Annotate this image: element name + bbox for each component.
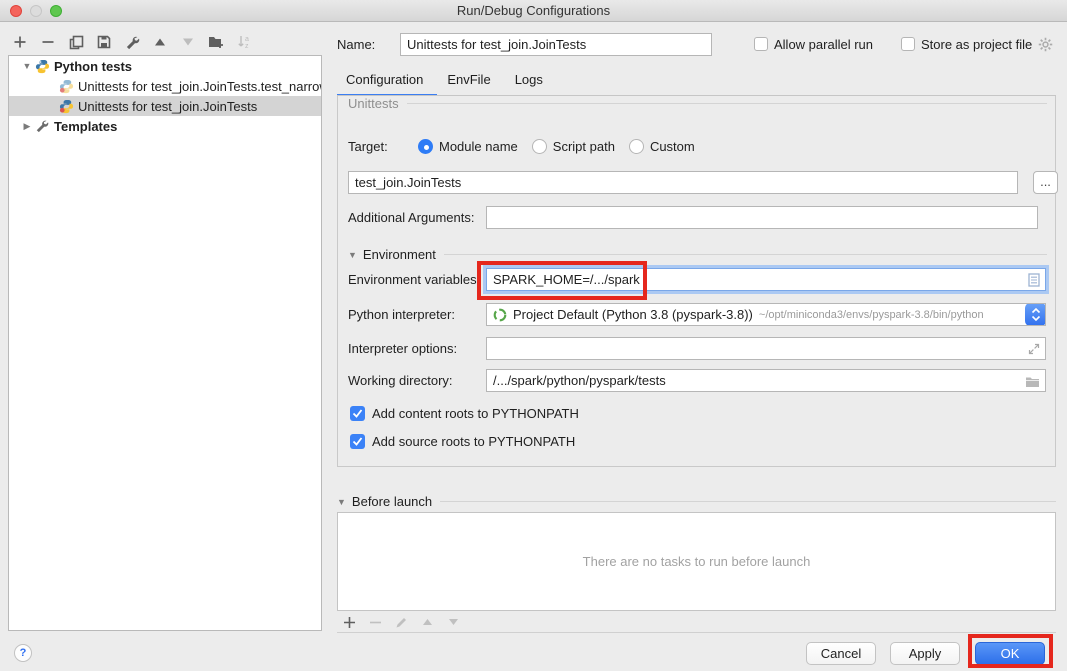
cancel-button[interactable]: Cancel [806,642,876,665]
edit-templates-icon[interactable] [124,34,140,50]
interpreter-path: ~/opt/miniconda3/envs/pyspark-3.8/bin/py… [759,309,984,321]
collapse-arrow-icon[interactable]: ▼ [337,497,346,507]
save-configuration-icon[interactable] [96,34,112,50]
svg-text:z: z [245,43,249,49]
checkbox-icon[interactable] [754,37,768,51]
close-window-button[interactable] [10,5,22,17]
configurations-tree: ▼ Python tests Unittests for test_join.J… [8,55,322,631]
before-launch-empty-message: There are no tasks to run before launch [583,554,811,569]
interpreter-options-row: Interpreter options: [348,337,1046,360]
add-source-roots-checkbox[interactable]: Add source roots to PYTHONPATH [350,434,575,449]
tree-item-label: Unittests for test_join.JoinTests.test_n… [78,79,321,94]
tab-envfile[interactable]: EnvFile [437,66,504,96]
python-interpreter-label: Python interpreter: [348,307,486,322]
tree-item-test-narrow[interactable]: Unittests for test_join.JoinTests.test_n… [9,76,321,96]
allow-parallel-run-checkbox[interactable]: Allow parallel run [754,37,873,52]
add-configuration-icon[interactable] [12,34,28,50]
panel-bottom-divider [337,632,1056,633]
radio-custom[interactable]: Custom [629,139,695,154]
gear-icon[interactable] [1038,37,1053,52]
configurations-toolbar: az [12,32,252,52]
python-test-icon [59,79,74,94]
expand-arrow-icon[interactable]: ▶ [19,121,35,132]
configuration-panel: Unittests Target: Module name Script pat… [337,96,1056,467]
copy-configuration-icon[interactable] [68,34,84,50]
svg-text:a: a [245,36,249,43]
environment-section-header[interactable]: ▼ Environment [348,247,1047,262]
folder-icon[interactable] [1025,376,1040,391]
module-name-input[interactable]: test_join.JoinTests [348,171,1018,194]
new-folder-icon[interactable] [208,34,224,50]
remove-task-icon [367,614,383,630]
move-task-down-icon [445,614,461,630]
sort-alphabetically-icon: az [236,34,252,50]
python-interpreter-select[interactable]: Project Default (Python 3.8 (pyspark-3.8… [486,303,1046,326]
expand-field-icon[interactable] [1028,343,1040,358]
before-launch-section-header[interactable]: ▼ Before launch [337,494,1056,509]
name-input[interactable]: Unittests for test_join.JoinTests [400,33,712,56]
edit-variables-icon[interactable] [1028,273,1040,290]
unittests-section-header: Unittests [348,96,1047,111]
environment-variables-input[interactable]: SPARK_HOME=/.../spark [486,268,1046,291]
additional-arguments-input[interactable] [486,206,1038,229]
module-name-row: test_join.JoinTests ... [348,171,1018,194]
python-tests-icon [35,59,50,74]
before-launch-toolbar [341,612,461,632]
interpreter-options-label: Interpreter options: [348,341,486,356]
browse-module-button[interactable]: ... [1033,171,1058,194]
checked-checkbox-icon[interactable] [350,406,365,421]
tree-item-templates[interactable]: ▶ Templates [9,116,321,136]
templates-wrench-icon [35,119,50,134]
move-task-up-icon [419,614,435,630]
add-task-icon[interactable] [341,614,357,630]
tree-item-label: Templates [54,119,117,134]
additional-arguments-row: Additional Arguments: [348,206,1038,229]
title-bar: Run/Debug Configurations [0,0,1067,22]
configuration-tabs: Configuration EnvFile Logs [337,66,557,96]
move-down-icon [180,34,196,50]
python-interpreter-row: Python interpreter: Project Default (Pyt… [348,303,1046,326]
chevron-up-down-icon[interactable] [1025,303,1046,326]
checked-checkbox-icon[interactable] [350,434,365,449]
radio-module-name[interactable]: Module name [418,139,518,154]
apply-button[interactable]: Apply [890,642,960,665]
radio-icon[interactable] [532,139,547,154]
target-label: Target: [348,139,418,154]
move-up-icon[interactable] [152,34,168,50]
collapse-arrow-icon[interactable]: ▼ [348,250,357,260]
interpreter-options-input[interactable] [486,337,1046,360]
checkbox-icon[interactable] [901,37,915,51]
working-directory-input[interactable]: /.../spark/python/pyspark/tests [486,369,1046,392]
store-as-project-file-checkbox[interactable]: Store as project file [901,37,1032,52]
target-row: Target: Module name Script path Custom [348,139,709,154]
tab-configuration[interactable]: Configuration [337,66,437,96]
collapse-arrow-icon[interactable]: ▼ [19,61,35,71]
add-content-roots-checkbox[interactable]: Add content roots to PYTHONPATH [350,406,579,421]
environment-variables-row: Environment variables: SPARK_HOME=/.../s… [348,268,1046,291]
zoom-window-button[interactable] [50,5,62,17]
tree-item-label: Python tests [54,59,132,74]
tab-logs[interactable]: Logs [505,66,557,96]
radio-icon[interactable] [629,139,644,154]
help-button[interactable]: ? [14,644,32,662]
tree-item-python-tests[interactable]: ▼ Python tests [9,56,321,76]
python-test-icon [59,99,74,114]
additional-arguments-label: Additional Arguments: [348,210,486,225]
minimize-window-button [30,5,42,17]
radio-selected-icon[interactable] [418,139,433,154]
window-title: Run/Debug Configurations [457,3,610,18]
conda-environment-icon [493,308,507,322]
radio-script-path[interactable]: Script path [532,139,615,154]
environment-variables-label: Environment variables: [348,272,486,287]
working-directory-label: Working directory: [348,373,486,388]
before-launch-task-list: There are no tasks to run before launch [337,512,1056,611]
working-directory-row: Working directory: /.../spark/python/pys… [348,369,1046,392]
tree-item-label: Unittests for test_join.JoinTests [78,99,257,114]
name-label: Name: [337,37,400,52]
remove-configuration-icon[interactable] [40,34,56,50]
tree-item-jointests-selected[interactable]: Unittests for test_join.JoinTests [9,96,321,116]
ok-button[interactable]: OK [975,642,1045,665]
edit-task-pencil-icon [393,614,409,630]
